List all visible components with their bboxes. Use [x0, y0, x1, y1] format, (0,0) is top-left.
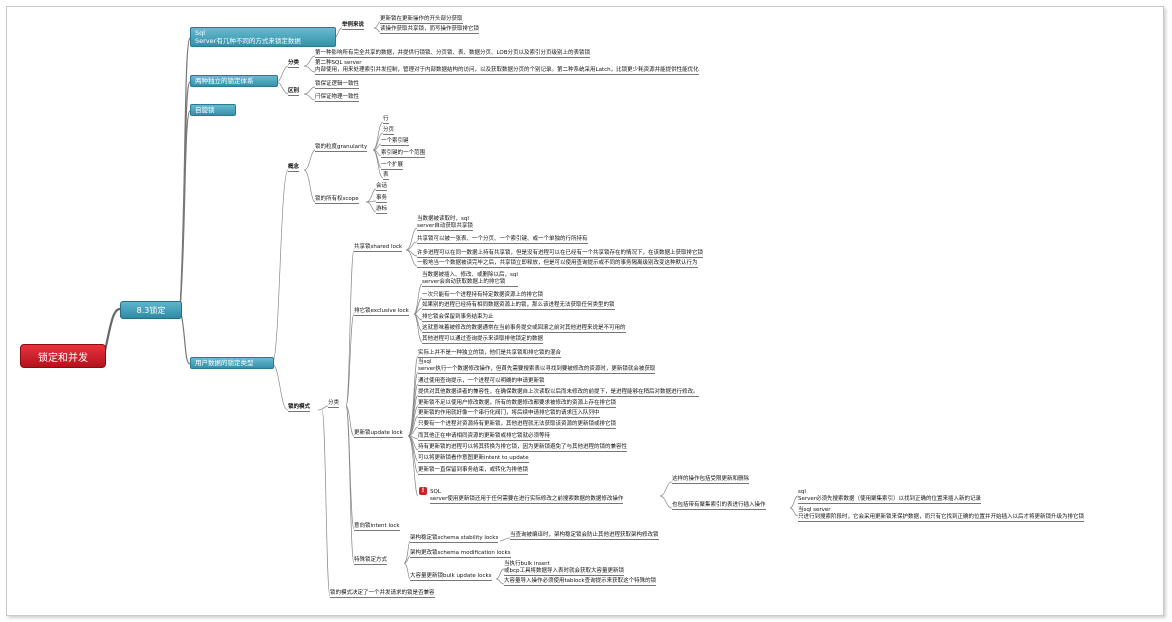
warning-icon: !	[419, 487, 427, 495]
schema-stability-note: 当查询被编译时，架构稳定锁会防止其他进程获取架构修改锁	[510, 532, 659, 541]
update-lock-item: 更新锁一直保留到事务结束，或转化为排他锁	[418, 467, 529, 476]
special-locks-label: 特殊锁定方式	[354, 557, 388, 566]
clustered-insert-note: sql Server必须先搜索数据（使用聚集索引）以找到正确的位置来插入新的记录	[798, 489, 982, 504]
update-op-item: 也包括带有聚集索引的表进行插入操作	[672, 502, 766, 511]
scope-item: 事务	[376, 195, 388, 204]
update-lock-item: 而其他正在申请相同资源的更新锁或排它锁就必须等待	[418, 433, 551, 442]
search-phase-note: 当sql server 只进行到搜索阶段时，它会采用更新锁来保护数据，而只有它找…	[798, 507, 1085, 522]
bulk-update-item: 大容量导入操作必须使用tablock查询提示来获取这个特殊的锁	[504, 578, 657, 587]
granularity-item: 行	[383, 116, 389, 125]
update-lock-item: 更新锁不足以使用户修改数据，所有的数据修改都要求被修改的资源上存在排它锁	[418, 400, 617, 409]
classification-item: 第一种影响所有完全共享的数据，并提供行锁锁、分页锁、表、数据分页、LOB分页以及…	[315, 50, 590, 59]
granularity-item: 一个扩展	[381, 162, 404, 171]
intent-lock-label: 意向锁intent lock	[354, 523, 400, 532]
granularity-item: 表	[383, 172, 389, 181]
shared-lock-item: 一般地当一个数据被读完毕之后，共享锁立即释放，但是可以使用查询提示或不同的事务隔…	[417, 260, 698, 269]
shared-lock-label: 共享锁shared lock	[354, 244, 403, 253]
lock-mode-compat-note: 锁的模式决定了一个并发请求的锁是否兼容	[330, 590, 435, 599]
shared-lock-item: 许多进程可以在同一数据上持有共享锁，但是没有进程可以在已经有一个共享锁存在的情况…	[417, 250, 704, 259]
difference-label: 区别	[288, 88, 300, 97]
schema-stability-label: 架构稳定锁schema stability locks	[410, 535, 499, 544]
bulk-update-item: 当执行bulk insert 或bcp工具将数据导入表时就会获取大容量更新锁	[504, 561, 625, 576]
update-lock-item: 更新锁的作用就好像一个串行化阀门，将后续申请排它锁的请求压入队列中	[418, 410, 600, 419]
scope-item: 游标	[376, 206, 388, 215]
update-lock-item: 实际上并不是一种独立的锁，他们是共享锁和排它锁的混合	[418, 350, 562, 359]
exclusive-lock-item: 这就意味着被修改的数据通常在当前事务提交或回滚之前对其他进程来说是不可用的	[422, 325, 626, 334]
exclusive-lock-item: 排它锁会保留到事务结束为止	[422, 314, 494, 323]
shared-lock-item: 当数据被读取时，sql server自动获取共享锁	[417, 216, 473, 231]
update-lock-item: 当sql server执行一个数据修改操作，但首先需要搜索表以寻找到要被修改的资…	[418, 359, 656, 374]
update-lock-item: 通过使用查询提示，一个进程可以明确的申请更新锁	[418, 378, 545, 387]
update-lock-item: 持有更新锁的进程可以将其转换为排它锁，因为更新锁避免了与其他进程的锁的兼容性	[418, 444, 628, 453]
scope-label: 锁的所有权scope	[315, 196, 359, 205]
example-label: 举例来说	[342, 22, 365, 31]
classification-label: 分类	[288, 60, 300, 69]
topic-user-data-lock-types[interactable]: 用户数据的锁定类型	[190, 357, 274, 369]
topic-lock-methods[interactable]: Sql Server有几种不同的方式来锁定数据	[190, 27, 336, 47]
exclusive-lock-item: 一次只能有一个进程持有特定数据资源上的排它锁	[422, 292, 544, 301]
difference-item: 锁保证逻辑一致性	[315, 81, 360, 90]
difference-item: 闩保证物理一致性	[315, 94, 360, 103]
bulk-update-label: 大容量更新锁bulk update locks	[410, 573, 492, 582]
granularity-item: 一个索引键	[381, 138, 409, 147]
example-item: 读操作获取共享锁，而写操作获取排它锁	[380, 26, 480, 35]
shared-lock-item: 共享锁可以被一张表、一个分页、一个索引键、或一个单独的行所持有	[417, 236, 588, 245]
granularity-item: 索引键的一个范围	[381, 150, 426, 159]
exclusive-lock-label: 排它锁exclusive lock	[354, 308, 409, 317]
exclusive-lock-item: 其他进程可以通过查询提示来读取排他锁定的数据	[422, 336, 544, 345]
schema-modification-label: 架构更改锁schema modification locks	[410, 550, 511, 559]
scope-item: 会话	[376, 183, 388, 192]
granularity-item: 分页	[383, 127, 395, 136]
lock-modes-label: 锁的模式	[288, 404, 311, 413]
root-node[interactable]: 锁定和并发	[20, 344, 106, 368]
update-lock-item: 可以将更新锁看作意图更新intent to update	[418, 455, 529, 464]
update-lock-label: 更新锁update lock	[354, 430, 403, 439]
concept-label: 概念	[288, 164, 300, 173]
classification-item: 第二种SQL server 内部使用，用来处理索引并发控制，管理对于内部数据结构…	[315, 60, 699, 75]
topic-spinlock[interactable]: 自旋锁	[190, 104, 236, 116]
update-lock-item: 提供对其他数据读者的兼容性，在确保数据自上次读取以后而未修改的前提下，是进程能够…	[418, 389, 699, 398]
topic-two-systems[interactable]: 两种独立的锁定体系	[190, 75, 278, 87]
central-node[interactable]: 8.3锁定	[120, 301, 182, 319]
update-lock-item: 只要有一个进程对资源持有更新锁，其他进程就无法获取该资源的更新锁或排它锁	[418, 421, 617, 430]
update-lock-sql-note: SQL server使用更新锁还用于任何需要在进行实际修改之前搜索数据的数据修改…	[430, 489, 624, 504]
modes-classification-label: 分类	[328, 400, 340, 409]
exclusive-lock-item: 如果别的进程已经持有相同数据资源上的锁，那么该进程无法获取任何类型的锁	[422, 302, 615, 311]
granularity-label: 锁的粒度granularity	[315, 144, 368, 153]
exclusive-lock-item: 当数据被插入、修改、或删除以后，sql server会自动获取数据上的排它锁	[422, 272, 518, 287]
update-op-item: 这样的操作包括受限更新和删除	[672, 476, 750, 485]
example-item: 更新锁在更新操作的开头部分获取	[380, 16, 463, 25]
